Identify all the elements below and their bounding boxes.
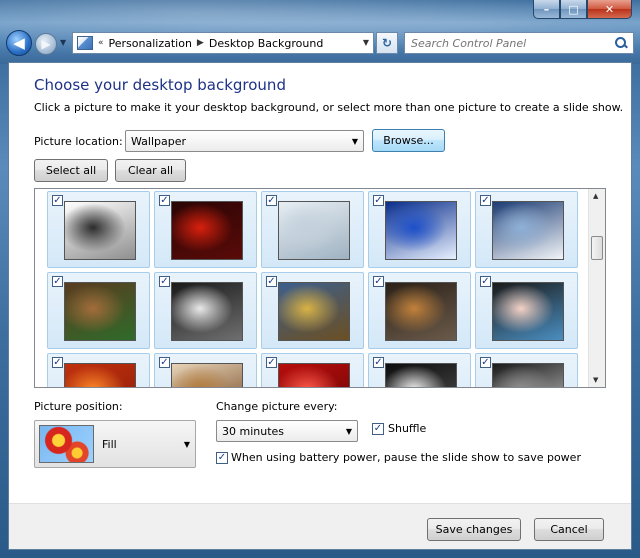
picture-location-value: Wallpaper <box>131 134 187 148</box>
wallpaper-tile-piano-keys[interactable]: ✓ <box>368 353 471 387</box>
refresh-button[interactable]: ↻ <box>376 32 398 54</box>
control-panel-icon <box>77 36 93 50</box>
wallpaper-thumbnail-kittens <box>171 363 243 387</box>
wallpaper-thumbnail-penguins <box>64 201 136 260</box>
chevron-down-icon: ▼ <box>345 427 352 436</box>
clear-all-button[interactable]: Clear all <box>115 159 186 182</box>
wallpaper-thumbnail-canyon <box>278 282 350 341</box>
main-content: Choose your desktop background Click a p… <box>8 62 632 550</box>
wallpaper-tile-blue-canvas[interactable]: ✓ <box>368 191 471 268</box>
wallpaper-tile-red-orb[interactable]: ✓ <box>154 191 257 268</box>
tile-checkbox[interactable]: ✓ <box>480 357 491 368</box>
tile-checkbox[interactable]: ✓ <box>373 195 384 206</box>
tile-checkbox[interactable]: ✓ <box>52 195 63 206</box>
select-all-button[interactable]: Select all <box>34 159 108 182</box>
browse-button[interactable]: Browse... <box>372 129 445 152</box>
shuffle-checkbox[interactable]: ✓ <box>372 423 384 435</box>
wallpaper-tile-red-petals[interactable]: ✓ <box>261 353 364 387</box>
breadcrumb-desktop-background[interactable]: Desktop Background <box>209 37 324 50</box>
recent-pages-dropdown-icon[interactable]: ▼ <box>60 38 66 47</box>
tile-checkbox[interactable]: ✓ <box>480 195 491 206</box>
battery-pause-checkbox[interactable]: ✓ <box>216 452 228 464</box>
search-input[interactable] <box>411 36 601 50</box>
chevron-down-icon: ▼ <box>351 137 358 146</box>
tile-checkbox[interactable]: ✓ <box>373 276 384 287</box>
scroll-up-icon[interactable]: ▲ <box>593 192 598 200</box>
breadcrumb-overflow-icon[interactable]: « <box>98 38 104 48</box>
page-title: Choose your desktop background <box>34 76 286 94</box>
maximize-button[interactable]: □ <box>560 0 587 19</box>
change-picture-label: Change picture every: <box>216 400 338 413</box>
tile-checkbox[interactable]: ✓ <box>159 357 170 368</box>
cancel-button[interactable]: Cancel <box>534 518 604 541</box>
picture-location-select[interactable]: Wallpaper ▼ <box>125 130 364 152</box>
battery-pause-label[interactable]: When using battery power, pause the slid… <box>231 451 581 464</box>
wallpaper-tile-penguins[interactable]: ✓ <box>47 191 150 268</box>
picture-location-label: Picture location: <box>34 135 123 148</box>
forward-button[interactable]: ▶ <box>35 33 57 55</box>
wallpaper-gallery[interactable]: ✓ ✓ ✓ ✓ ✓ ✓ ✓ ✓ ✓ ✓ ✓ ✓ ✓ ✓ ✓ ▲ ▼ <box>34 188 606 388</box>
tile-checkbox[interactable]: ✓ <box>159 276 170 287</box>
change-picture-value: 30 minutes <box>222 424 285 438</box>
wallpaper-thumbnail-dark-landscape <box>492 363 564 387</box>
wallpaper-thumbnail-red-petals <box>278 363 350 387</box>
wallpaper-tile-lynx[interactable]: ✓ <box>47 272 150 349</box>
tile-checkbox[interactable]: ✓ <box>266 195 277 206</box>
wallpaper-tile-polar-bears[interactable]: ✓ <box>261 191 364 268</box>
page-subtitle: Click a picture to make it your desktop … <box>34 101 624 114</box>
wallpaper-thumbnail-lynx <box>64 282 136 341</box>
close-button[interactable]: ✕ <box>587 0 632 19</box>
scrollbar-thumb[interactable] <box>591 236 603 260</box>
wallpaper-tile-desert-road[interactable]: ✓ <box>368 272 471 349</box>
wallpaper-thumbnail-red-orb <box>171 201 243 260</box>
wallpaper-thumbnail-blue-canvas <box>385 201 457 260</box>
picture-position-label: Picture position: <box>34 400 123 413</box>
wallpaper-tile-dark-landscape[interactable]: ✓ <box>475 353 578 387</box>
tile-checkbox[interactable]: ✓ <box>159 195 170 206</box>
tile-checkbox[interactable]: ✓ <box>480 276 491 287</box>
scroll-down-icon[interactable]: ▼ <box>593 376 598 384</box>
wallpaper-thumbnail-mountain-lake <box>492 201 564 260</box>
tile-checkbox[interactable]: ✓ <box>52 357 63 368</box>
shuffle-label[interactable]: Shuffle <box>388 422 426 435</box>
vertical-scrollbar[interactable]: ▲ ▼ <box>588 189 605 387</box>
wallpaper-tile-kittens[interactable]: ✓ <box>154 353 257 387</box>
wallpaper-thumbnail-orange-flower <box>64 363 136 387</box>
save-changes-button[interactable]: Save changes <box>427 518 521 541</box>
address-bar[interactable]: « Personalization ▶ Desktop Background ▼ <box>72 32 374 54</box>
wallpaper-thumbnail-polar-bears <box>278 201 350 260</box>
tile-checkbox[interactable]: ✓ <box>373 357 384 368</box>
tile-checkbox[interactable]: ✓ <box>52 276 63 287</box>
back-button[interactable]: ◀ <box>6 30 32 56</box>
caption-buttons: – □ ✕ <box>533 0 632 19</box>
search-box[interactable] <box>404 32 634 54</box>
chevron-down-icon: ▼ <box>183 440 190 449</box>
wallpaper-thumbnail-abstract-face <box>492 282 564 341</box>
wallpaper-tile-orange-flower[interactable]: ✓ <box>47 353 150 387</box>
wallpaper-tile-mountain-lake[interactable]: ✓ <box>475 191 578 268</box>
wallpaper-tile-abstract-face[interactable]: ✓ <box>475 272 578 349</box>
picture-position-value: Fill <box>102 438 117 451</box>
breadcrumb-personalization[interactable]: Personalization <box>109 37 192 50</box>
search-icon[interactable] <box>614 36 628 50</box>
wallpaper-tile-snow-cat[interactable]: ✓ <box>154 272 257 349</box>
navigation-bar: ◀ ▶ ▼ « Personalization ▶ Desktop Backgr… <box>6 30 634 56</box>
position-preview-image <box>39 425 94 463</box>
picture-position-select[interactable]: Fill ▼ <box>34 420 196 468</box>
tile-checkbox[interactable]: ✓ <box>266 357 277 368</box>
wallpaper-thumbnail-piano-keys <box>385 363 457 387</box>
change-picture-select[interactable]: 30 minutes ▼ <box>216 420 358 442</box>
tile-checkbox[interactable]: ✓ <box>266 276 277 287</box>
breadcrumb-separator-icon[interactable]: ▶ <box>197 38 204 48</box>
address-dropdown-icon[interactable]: ▼ <box>363 38 369 47</box>
minimize-button[interactable]: – <box>533 0 560 19</box>
wallpaper-tile-canyon[interactable]: ✓ <box>261 272 364 349</box>
wallpaper-thumbnail-snow-cat <box>171 282 243 341</box>
wallpaper-thumbnail-desert-road <box>385 282 457 341</box>
